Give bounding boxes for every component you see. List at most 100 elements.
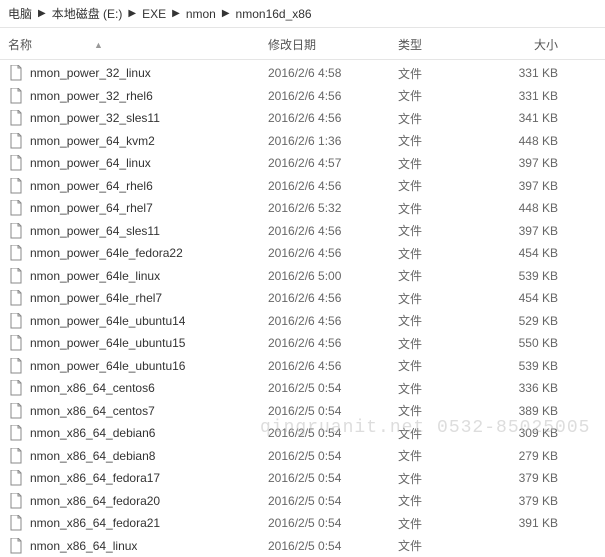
list-item[interactable]: nmon_power_32_rhel6 2016/2/6 4:56文件331 KB <box>0 85 605 108</box>
file-icon <box>8 470 24 486</box>
file-date: 2016/2/6 1:36 <box>268 134 398 148</box>
file-icon <box>8 155 24 171</box>
column-header-name[interactable]: 名称 ▲ <box>8 36 268 53</box>
file-size: 397 KB <box>498 179 578 193</box>
file-list: nmon_power_32_linux2016/2/6 4:58文件331 KB… <box>0 60 605 557</box>
list-item[interactable]: nmon_x86_64_debian82016/2/5 0:54文件279 KB <box>0 445 605 468</box>
file-type: 文件 <box>398 132 498 149</box>
file-date: 2016/2/6 4:56 <box>268 336 398 350</box>
file-date: 2016/2/5 0:54 <box>268 494 398 508</box>
file-date: 2016/2/6 4:56 <box>268 89 398 103</box>
file-type: 文件 <box>398 290 498 307</box>
list-item[interactable]: nmon_power_64_linux2016/2/6 4:57文件397 KB <box>0 152 605 175</box>
breadcrumb-item[interactable]: 电脑 <box>8 5 32 22</box>
list-item[interactable]: nmon_x86_64_centos62016/2/5 0:54文件336 KB <box>0 377 605 400</box>
file-size: 379 KB <box>498 471 578 485</box>
file-name: nmon_power_64le_ubuntu16 <box>30 359 185 373</box>
file-type: 文件 <box>398 155 498 172</box>
file-type: 文件 <box>398 245 498 262</box>
file-date: 2016/2/5 0:54 <box>268 471 398 485</box>
list-item[interactable]: nmon_power_64_sles112016/2/6 4:56文件397 K… <box>0 220 605 243</box>
sort-indicator-icon: ▲ <box>94 40 103 50</box>
file-name: nmon_power_64_kvm2 <box>30 134 155 148</box>
file-name: nmon_x86_64_fedora21 <box>30 516 160 530</box>
file-icon <box>8 290 24 306</box>
list-item[interactable]: nmon_x86_64_debian62016/2/5 0:54文件309 KB <box>0 422 605 445</box>
list-item[interactable]: nmon_power_64le_ubuntu14 2016/2/6 4:56文件5… <box>0 310 605 333</box>
list-item[interactable]: nmon_x86_64_fedora212016/2/5 0:54文件391 K… <box>0 512 605 535</box>
file-type: 文件 <box>398 312 498 329</box>
file-date: 2016/2/6 4:56 <box>268 224 398 238</box>
file-type: 文件 <box>398 470 498 487</box>
file-icon <box>8 178 24 194</box>
file-icon <box>8 313 24 329</box>
file-size: 397 KB <box>498 156 578 170</box>
list-item[interactable]: nmon_power_64le_ubuntu152016/2/6 4:56文件5… <box>0 332 605 355</box>
list-item[interactable]: nmon_power_64_rhel62016/2/6 4:56文件397 KB <box>0 175 605 198</box>
list-item[interactable]: nmon_x86_64_fedora172016/2/5 0:54文件379 K… <box>0 467 605 490</box>
breadcrumb-item[interactable]: EXE <box>142 7 166 21</box>
file-type: 文件 <box>398 425 498 442</box>
list-item[interactable]: nmon_power_64le_linux2016/2/6 5:00文件539 … <box>0 265 605 288</box>
file-size: 397 KB <box>498 224 578 238</box>
file-date: 2016/2/6 5:00 <box>268 269 398 283</box>
column-header-type[interactable]: 类型 <box>398 36 498 53</box>
column-headers: 名称 ▲ 修改日期 类型 大小 <box>0 28 605 60</box>
breadcrumb: 电脑 ▶ 本地磁盘 (E:) ▶ EXE ▶ nmon ▶ nmon16d_x8… <box>0 0 605 28</box>
file-size: 391 KB <box>498 516 578 530</box>
file-icon <box>8 493 24 509</box>
file-name: nmon_x86_64_debian8 <box>30 449 155 463</box>
file-type: 文件 <box>398 110 498 127</box>
list-item[interactable]: nmon_power_64le_fedora222016/2/6 4:56文件4… <box>0 242 605 265</box>
file-name: nmon_power_64_rhel7 <box>30 201 153 215</box>
file-size: 379 KB <box>498 494 578 508</box>
file-date: 2016/2/5 0:54 <box>268 449 398 463</box>
file-size: 529 KB <box>498 314 578 328</box>
file-date: 2016/2/5 0:54 <box>268 381 398 395</box>
file-size: 331 KB <box>498 89 578 103</box>
file-size: 389 KB <box>498 404 578 418</box>
list-item[interactable]: nmon_power_64le_ubuntu162016/2/6 4:56文件5… <box>0 355 605 378</box>
file-type: 文件 <box>398 537 498 554</box>
breadcrumb-item[interactable]: nmon16d_x86 <box>236 7 312 21</box>
file-icon <box>8 245 24 261</box>
file-date: 2016/2/6 4:56 <box>268 246 398 260</box>
list-item[interactable]: nmon_power_64le_rhel72016/2/6 4:56文件454 … <box>0 287 605 310</box>
file-type: 文件 <box>398 177 498 194</box>
list-item[interactable]: nmon_power_32_linux2016/2/6 4:58文件331 KB <box>0 62 605 85</box>
file-name: nmon_power_64le_rhel7 <box>30 291 162 305</box>
file-size: 448 KB <box>498 201 578 215</box>
file-icon <box>8 538 24 554</box>
file-icon <box>8 200 24 216</box>
file-name: nmon_x86_64_fedora20 <box>30 494 160 508</box>
file-date: 2016/2/6 4:56 <box>268 314 398 328</box>
file-size: 279 KB <box>498 449 578 463</box>
chevron-right-icon: ▶ <box>38 8 46 19</box>
list-item[interactable]: nmon_power_32_sles112016/2/6 4:56文件341 K… <box>0 107 605 130</box>
list-item[interactable]: nmon_x86_64_linux2016/2/5 0:54文件 <box>0 535 605 557</box>
list-item[interactable]: nmon_power_64_rhel72016/2/6 5:32文件448 KB <box>0 197 605 220</box>
file-size: 336 KB <box>498 381 578 395</box>
file-date: 2016/2/6 5:32 <box>268 201 398 215</box>
file-icon <box>8 110 24 126</box>
file-date: 2016/2/6 4:56 <box>268 179 398 193</box>
breadcrumb-item[interactable]: nmon <box>186 7 216 21</box>
file-type: 文件 <box>398 87 498 104</box>
chevron-right-icon: ▶ <box>222 8 230 19</box>
file-icon <box>8 335 24 351</box>
file-date: 2016/2/6 4:56 <box>268 291 398 305</box>
column-header-date[interactable]: 修改日期 <box>268 36 398 53</box>
breadcrumb-item[interactable]: 本地磁盘 (E:) <box>52 5 123 22</box>
file-name: nmon_power_32_rhel6 <box>30 89 153 103</box>
list-item[interactable]: nmon_x86_64_fedora202016/2/5 0:54文件379 K… <box>0 490 605 513</box>
file-name: nmon_power_64le_ubuntu15 <box>30 336 185 350</box>
column-header-size[interactable]: 大小 <box>498 36 578 53</box>
list-item[interactable]: nmon_power_64_kvm22016/2/6 1:36文件448 KB <box>0 130 605 153</box>
file-icon <box>8 358 24 374</box>
list-item[interactable]: nmon_x86_64_centos72016/2/5 0:54文件389 KB <box>0 400 605 423</box>
file-size: 550 KB <box>498 336 578 350</box>
file-icon <box>8 448 24 464</box>
file-icon <box>8 65 24 81</box>
file-name: nmon_power_64le_ubuntu14 <box>30 314 185 328</box>
file-type: 文件 <box>398 222 498 239</box>
